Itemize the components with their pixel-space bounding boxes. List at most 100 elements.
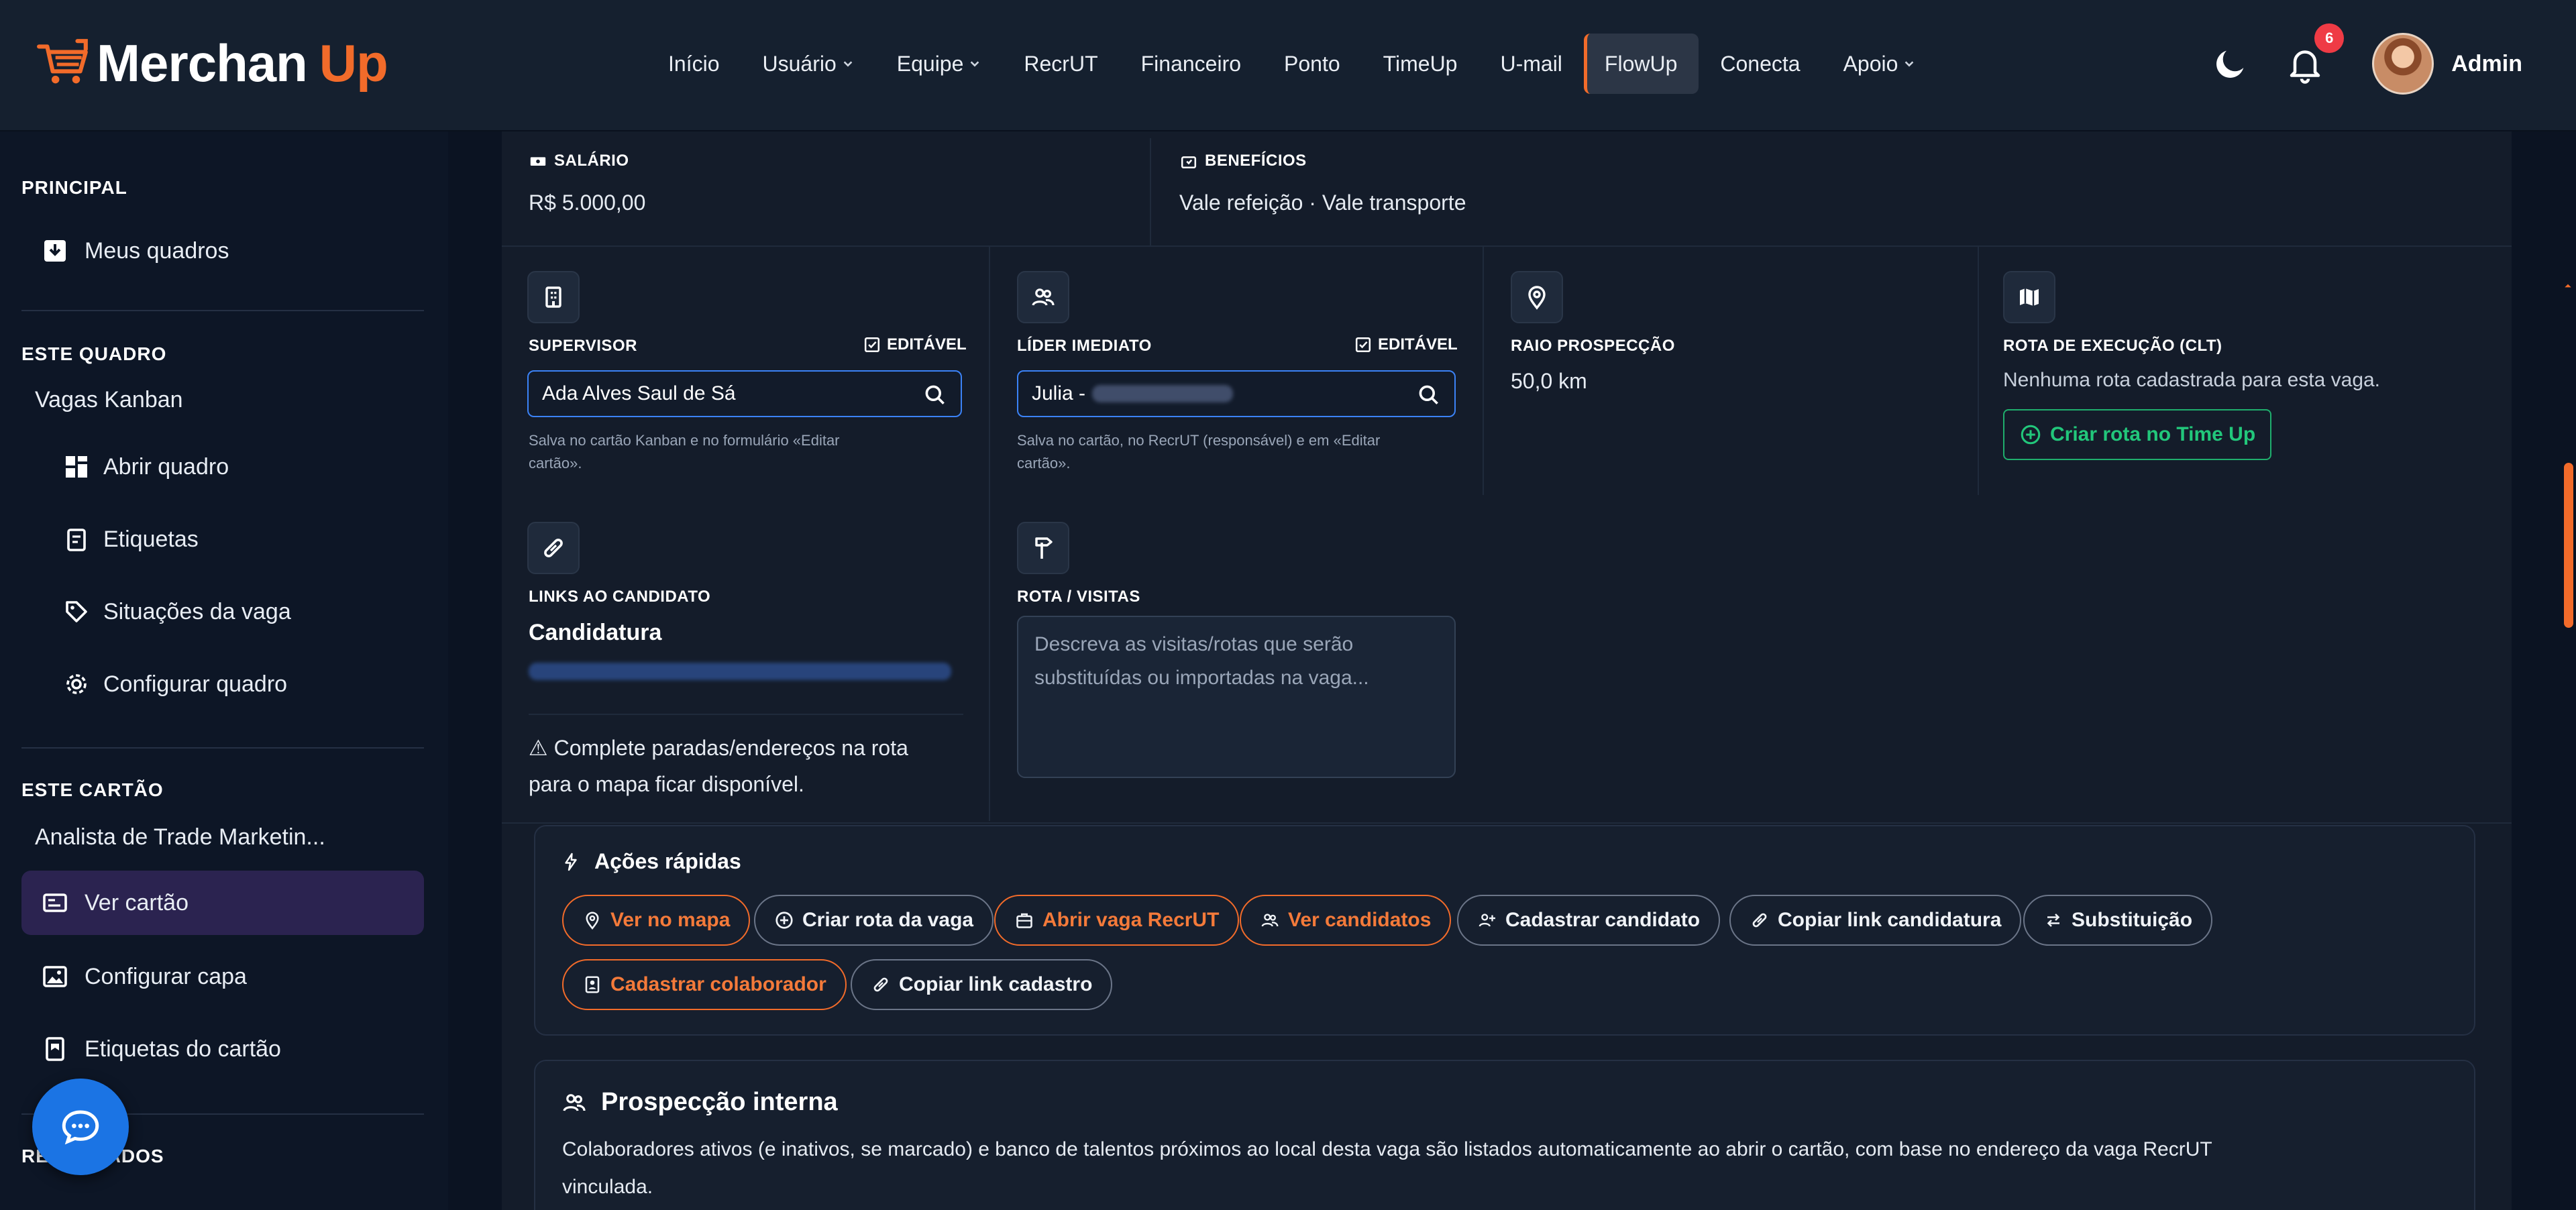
rota-visitas-textarea[interactable]: Descreva as visitas/rotas que serão subs… [1017, 616, 1456, 778]
nav-inicio[interactable]: Início [647, 34, 741, 94]
rota-exec-value: Nenhuma rota cadastrada para esta vaga. [2003, 369, 2381, 391]
kanban-icon [66, 456, 87, 478]
nav-apoio[interactable]: Apoio [1822, 34, 1937, 94]
nav-label: Apoio [1843, 51, 1898, 76]
supervisor-label: SUPERVISOR [529, 337, 637, 355]
swap-icon [2047, 914, 2060, 927]
cadastrar-colaborador-button[interactable]: Cadastrar colaborador [562, 959, 847, 1010]
scrollbar[interactable] [2560, 131, 2576, 1210]
chevron-down-icon [971, 61, 979, 67]
plus-circle-icon [775, 912, 793, 929]
top-navbar: Merchan Up Início Usuário Equipe RecrUT F… [0, 0, 2576, 131]
cadastrar-candidato-button[interactable]: Cadastrar candidato [1457, 895, 1721, 946]
nav-ponto[interactable]: Ponto [1263, 34, 1362, 94]
chat-button[interactable] [32, 1079, 129, 1175]
salario-value: R$ 5.000,00 [529, 190, 646, 215]
criar-rota-timeup-button[interactable]: Criar rota no Time Up [2003, 409, 2272, 460]
sidebar-item-configurar-quadro[interactable]: Configurar quadro [21, 652, 424, 716]
download-box-icon [44, 240, 66, 262]
scrollbar-thumb[interactable] [2564, 463, 2573, 628]
sidebar-item-etiquetas[interactable]: Etiquetas [21, 507, 424, 571]
id-card-icon [43, 893, 67, 912]
editavel-label: EDITÁVEL [1378, 335, 1458, 353]
lightning-icon [565, 852, 577, 871]
button-label: Copiar link candidatura [1778, 909, 2002, 931]
lider-input-value: Julia - [1032, 382, 1086, 404]
nav-recrut[interactable]: RecrUT [1002, 34, 1119, 94]
nav-label: TimeUp [1383, 51, 1458, 76]
moon-icon[interactable] [2211, 44, 2250, 83]
divider [1483, 247, 1484, 495]
sidebar-item-configurar-capa[interactable]: Configurar capa [21, 944, 424, 1009]
user-name[interactable]: Admin [2451, 51, 2522, 77]
abrir-vaga-button[interactable]: Abrir vaga RecrUT [994, 895, 1240, 946]
sidebar-board-name: Vagas Kanban [21, 368, 424, 432]
notifications-button[interactable]: 6 [2285, 23, 2345, 84]
sidebar-item-situacoes[interactable]: Situações da vaga [21, 580, 424, 644]
edit-check-icon [1355, 337, 1371, 353]
card-name: Analista de Trade Marketin... [35, 824, 325, 850]
sidebar-item-label: Meus quadros [85, 237, 229, 264]
placeholder-line: Descreva as visitas/rotas que serão [1034, 633, 1354, 655]
sidebar-item-label: Etiquetas [103, 526, 199, 552]
chat-icon [62, 1110, 99, 1145]
supervisor-editavel[interactable]: EDITÁVEL [863, 335, 967, 354]
sidebar-card-name: Analista de Trade Marketin... [21, 805, 424, 869]
nav-conecta[interactable]: Conecta [1699, 34, 1821, 94]
note-line: Salva no cartão, no RecrUT (responsável)… [1017, 432, 1381, 449]
sidebar-item-etiquetas-cartao[interactable]: Etiquetas do cartão [21, 1017, 424, 1081]
criar-rota-vaga-button[interactable]: Criar rota da vaga [754, 895, 994, 946]
sidebar-item-meus-quadros[interactable]: Meus quadros [21, 219, 424, 283]
ver-candidatos-button[interactable]: Ver candidatos [1240, 895, 1452, 946]
tag-icon [66, 601, 87, 622]
nav-flowup[interactable]: FlowUp [1583, 34, 1699, 94]
briefcase-icon [1016, 913, 1032, 928]
beneficios-value: Vale refeição · Vale transporte [1179, 190, 1466, 215]
button-label: Criar rota no Time Up [2050, 423, 2256, 445]
divider [1978, 247, 1979, 495]
gift-icon [1181, 156, 1197, 169]
beneficios-label-text: BENEFÍCIOS [1205, 152, 1307, 170]
button-label: Copiar link cadastro [899, 973, 1093, 995]
copiar-link-cadastro-button[interactable]: Copiar link cadastro [851, 959, 1113, 1010]
nav-label: FlowUp [1604, 51, 1678, 76]
search-icon[interactable] [923, 383, 947, 407]
sidebar: PRINCIPAL Meus quadros ESTE QUADRO Vagas… [0, 131, 448, 1210]
user-plus-icon [1479, 914, 1495, 927]
prospeccao-line: vinculada. [562, 1176, 653, 1198]
sidebar-item-ver-cartao[interactable]: Ver cartão [21, 871, 424, 935]
substituicao-button[interactable]: Substituição [2023, 895, 2213, 946]
nav-equipe[interactable]: Equipe [875, 34, 1003, 94]
map-warning: ⚠ Complete paradas/endereços na rota par… [529, 730, 908, 802]
brand-logo[interactable]: Merchan Up [36, 23, 388, 103]
raio-value: 50,0 km [1511, 369, 1587, 393]
nav-timeup[interactable]: TimeUp [1362, 34, 1479, 94]
nav-label: Financeiro [1140, 51, 1242, 76]
prospeccao-line: Colaboradores ativos (e inativos, se mar… [562, 1138, 2212, 1160]
supervisor-input-value: Ada Alves Saul de Sá [542, 382, 736, 404]
search-icon[interactable] [1417, 383, 1441, 407]
ver-mapa-button[interactable]: Ver no mapa [562, 895, 751, 946]
nav-financeiro[interactable]: Financeiro [1120, 34, 1263, 94]
sidebar-divider [21, 310, 424, 311]
nav-label: Usuário [762, 51, 837, 76]
button-label: Ver candidatos [1288, 909, 1432, 931]
scroll-up-icon[interactable] [2564, 282, 2572, 290]
divider [502, 245, 2512, 247]
copiar-link-candidatura-button[interactable]: Copiar link candidatura [1729, 895, 2022, 946]
avatar[interactable] [2372, 33, 2434, 95]
sidebar-item-label: Situações da vaga [103, 598, 291, 624]
lider-input[interactable]: Julia - [1017, 370, 1456, 417]
quick-actions-header: Ações rápidas [561, 849, 741, 874]
lider-editavel[interactable]: EDITÁVEL [1354, 335, 1458, 354]
nav-umail[interactable]: U-mail [1479, 34, 1583, 94]
nav-usuario[interactable]: Usuário [741, 34, 875, 94]
placeholder-line: substituídas ou importadas na vaga... [1034, 667, 1369, 689]
note-line: cartão». [529, 455, 582, 472]
lider-note: Salva no cartão, no RecrUT (responsável)… [1017, 429, 1380, 475]
edit-check-icon [864, 337, 880, 353]
editavel-label: EDITÁVEL [887, 335, 967, 353]
sidebar-item-abrir-quadro[interactable]: Abrir quadro [21, 435, 424, 499]
candidatura-link[interactable] [529, 663, 951, 680]
supervisor-input[interactable]: Ada Alves Saul de Sá [527, 370, 962, 417]
